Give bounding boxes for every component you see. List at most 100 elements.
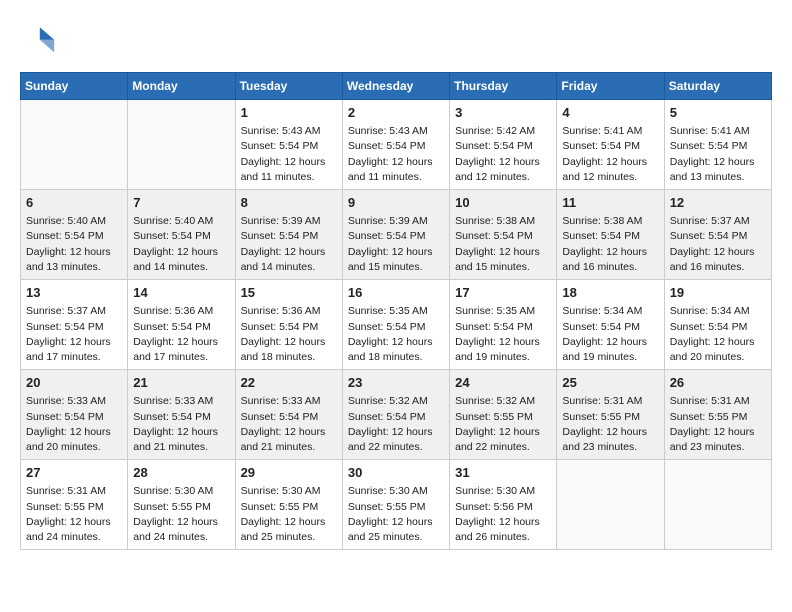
header-saturday: Saturday xyxy=(664,73,771,100)
day-info: Sunrise: 5:30 AMSunset: 5:55 PMDaylight:… xyxy=(241,484,337,545)
calendar-cell: 21Sunrise: 5:33 AMSunset: 5:54 PMDayligh… xyxy=(128,370,235,460)
day-info: Sunrise: 5:34 AMSunset: 5:54 PMDaylight:… xyxy=(562,304,658,365)
calendar-cell: 20 Sunrise: 5:33 AMSunset: 5:54 PMDayligh… xyxy=(21,370,128,460)
logo-icon xyxy=(20,20,56,56)
calendar-cell: 13 Sunrise: 5:37 AMSunset: 5:54 PMDayligh… xyxy=(21,280,128,370)
day-number: 7 xyxy=(133,194,229,212)
day-info: Sunrise: 5:30 AMSunset: 5:56 PMDaylight:… xyxy=(455,484,551,545)
calendar-cell xyxy=(128,100,235,190)
calendar-cell: 29Sunrise: 5:30 AMSunset: 5:55 PMDayligh… xyxy=(235,460,342,550)
day-number: 13 xyxy=(26,284,122,302)
day-number: 28 xyxy=(133,464,229,482)
day-number: 4 xyxy=(562,104,658,122)
day-number: 11 xyxy=(562,194,658,212)
calendar-cell: 1Sunrise: 5:43 AMSunset: 5:54 PMDaylight… xyxy=(235,100,342,190)
day-info: Sunrise: 5:33 AMSunset: 5:54 PMDaylight:… xyxy=(241,394,337,455)
logo xyxy=(20,20,60,56)
calendar-cell: 19 Sunrise: 5:34 AMSunset: 5:54 PMDayligh… xyxy=(664,280,771,370)
day-number: 10 xyxy=(455,194,551,212)
day-info: Sunrise: 5:35 AMSunset: 5:54 PMDaylight:… xyxy=(348,304,444,365)
day-number: 12 xyxy=(670,194,766,212)
day-info: Sunrise: 5:40 AMSunset: 5:54 PMDaylight:… xyxy=(26,214,122,275)
day-number: 27 xyxy=(26,464,122,482)
calendar-cell: 23 Sunrise: 5:32 AMSunset: 5:54 PMDayligh… xyxy=(342,370,449,460)
calendar-cell xyxy=(21,100,128,190)
calendar-cell: 4 Sunrise: 5:41 AMSunset: 5:54 PMDaylight… xyxy=(557,100,664,190)
day-number: 1 xyxy=(241,104,337,122)
day-info: Sunrise: 5:41 AMSunset: 5:54 PMDaylight:… xyxy=(562,124,658,185)
header-sunday: Sunday xyxy=(21,73,128,100)
day-number: 30 xyxy=(348,464,444,482)
day-number: 15 xyxy=(241,284,337,302)
calendar-cell xyxy=(557,460,664,550)
calendar-cell: 18 Sunrise: 5:34 AMSunset: 5:54 PMDayligh… xyxy=(557,280,664,370)
calendar-cell: 2 Sunrise: 5:43 AMSunset: 5:54 PMDaylight… xyxy=(342,100,449,190)
day-number: 26 xyxy=(670,374,766,392)
day-number: 3 xyxy=(455,104,551,122)
calendar-cell: 7Sunrise: 5:40 AMSunset: 5:54 PMDaylight… xyxy=(128,190,235,280)
calendar-cell: 16 Sunrise: 5:35 AMSunset: 5:54 PMDayligh… xyxy=(342,280,449,370)
calendar-cell: 11 Sunrise: 5:38 AMSunset: 5:54 PMDayligh… xyxy=(557,190,664,280)
day-info: Sunrise: 5:35 AMSunset: 5:54 PMDaylight:… xyxy=(455,304,551,365)
day-info: Sunrise: 5:43 AMSunset: 5:54 PMDaylight:… xyxy=(348,124,444,185)
day-number: 20 xyxy=(26,374,122,392)
day-info: Sunrise: 5:30 AMSunset: 5:55 PMDaylight:… xyxy=(133,484,229,545)
day-info: Sunrise: 5:36 AMSunset: 5:54 PMDaylight:… xyxy=(241,304,337,365)
calendar-week-5: 27Sunrise: 5:31 AMSunset: 5:55 PMDayligh… xyxy=(21,460,772,550)
day-info: Sunrise: 5:32 AMSunset: 5:54 PMDaylight:… xyxy=(348,394,444,455)
day-number: 18 xyxy=(562,284,658,302)
day-number: 21 xyxy=(133,374,229,392)
day-info: Sunrise: 5:38 AMSunset: 5:54 PMDaylight:… xyxy=(562,214,658,275)
day-info: Sunrise: 5:31 AMSunset: 5:55 PMDaylight:… xyxy=(670,394,766,455)
calendar-week-4: 20 Sunrise: 5:33 AMSunset: 5:54 PMDayligh… xyxy=(21,370,772,460)
day-info: Sunrise: 5:37 AMSunset: 5:54 PMDaylight:… xyxy=(26,304,122,365)
day-info: Sunrise: 5:32 AMSunset: 5:55 PMDaylight:… xyxy=(455,394,551,455)
calendar-cell: 8Sunrise: 5:39 AMSunset: 5:54 PMDaylight… xyxy=(235,190,342,280)
calendar-week-2: 6 Sunrise: 5:40 AMSunset: 5:54 PMDaylight… xyxy=(21,190,772,280)
day-info: Sunrise: 5:36 AMSunset: 5:54 PMDaylight:… xyxy=(133,304,229,365)
header-friday: Friday xyxy=(557,73,664,100)
day-info: Sunrise: 5:33 AMSunset: 5:54 PMDaylight:… xyxy=(26,394,122,455)
calendar-cell: 30 Sunrise: 5:30 AMSunset: 5:55 PMDayligh… xyxy=(342,460,449,550)
day-info: Sunrise: 5:39 AMSunset: 5:54 PMDaylight:… xyxy=(348,214,444,275)
calendar-header-row: SundayMondayTuesdayWednesdayThursdayFrid… xyxy=(21,73,772,100)
calendar-week-3: 13 Sunrise: 5:37 AMSunset: 5:54 PMDayligh… xyxy=(21,280,772,370)
calendar-cell: 5Sunrise: 5:41 AMSunset: 5:54 PMDaylight… xyxy=(664,100,771,190)
calendar-cell: 24 Sunrise: 5:32 AMSunset: 5:55 PMDayligh… xyxy=(450,370,557,460)
calendar-cell: 14 Sunrise: 5:36 AMSunset: 5:54 PMDayligh… xyxy=(128,280,235,370)
calendar-cell: 3 Sunrise: 5:42 AMSunset: 5:54 PMDaylight… xyxy=(450,100,557,190)
page-header xyxy=(20,20,772,56)
calendar-cell: 9 Sunrise: 5:39 AMSunset: 5:54 PMDaylight… xyxy=(342,190,449,280)
day-number: 2 xyxy=(348,104,444,122)
day-info: Sunrise: 5:42 AMSunset: 5:54 PMDaylight:… xyxy=(455,124,551,185)
day-number: 17 xyxy=(455,284,551,302)
day-info: Sunrise: 5:37 AMSunset: 5:54 PMDaylight:… xyxy=(670,214,766,275)
day-number: 19 xyxy=(670,284,766,302)
calendar-cell: 17 Sunrise: 5:35 AMSunset: 5:54 PMDayligh… xyxy=(450,280,557,370)
calendar-cell: 27Sunrise: 5:31 AMSunset: 5:55 PMDayligh… xyxy=(21,460,128,550)
day-number: 8 xyxy=(241,194,337,212)
day-number: 25 xyxy=(562,374,658,392)
header-monday: Monday xyxy=(128,73,235,100)
calendar-cell: 12 Sunrise: 5:37 AMSunset: 5:54 PMDayligh… xyxy=(664,190,771,280)
header-wednesday: Wednesday xyxy=(342,73,449,100)
day-number: 6 xyxy=(26,194,122,212)
calendar-cell: 22Sunrise: 5:33 AMSunset: 5:54 PMDayligh… xyxy=(235,370,342,460)
day-info: Sunrise: 5:41 AMSunset: 5:54 PMDaylight:… xyxy=(670,124,766,185)
calendar-week-1: 1 Sunrise: 5:43 AMSunset: 5:54 PMDaylight… xyxy=(21,100,772,190)
day-number: 9 xyxy=(348,194,444,212)
calendar-cell: 6 Sunrise: 5:40 AMSunset: 5:54 PMDaylight… xyxy=(21,190,128,280)
day-number: 14 xyxy=(133,284,229,302)
calendar-cell: 25Sunrise: 5:31 AMSunset: 5:55 PMDayligh… xyxy=(557,370,664,460)
day-number: 31 xyxy=(455,464,551,482)
day-number: 24 xyxy=(455,374,551,392)
calendar-cell: 28 Sunrise: 5:30 AMSunset: 5:55 PMDayligh… xyxy=(128,460,235,550)
day-info: Sunrise: 5:34 AMSunset: 5:54 PMDaylight:… xyxy=(670,304,766,365)
day-number: 23 xyxy=(348,374,444,392)
day-info: Sunrise: 5:30 AMSunset: 5:55 PMDaylight:… xyxy=(348,484,444,545)
calendar: SundayMondayTuesdayWednesdayThursdayFrid… xyxy=(20,72,772,550)
header-tuesday: Tuesday xyxy=(235,73,342,100)
header-thursday: Thursday xyxy=(450,73,557,100)
calendar-cell: 10Sunrise: 5:38 AMSunset: 5:54 PMDayligh… xyxy=(450,190,557,280)
day-number: 16 xyxy=(348,284,444,302)
